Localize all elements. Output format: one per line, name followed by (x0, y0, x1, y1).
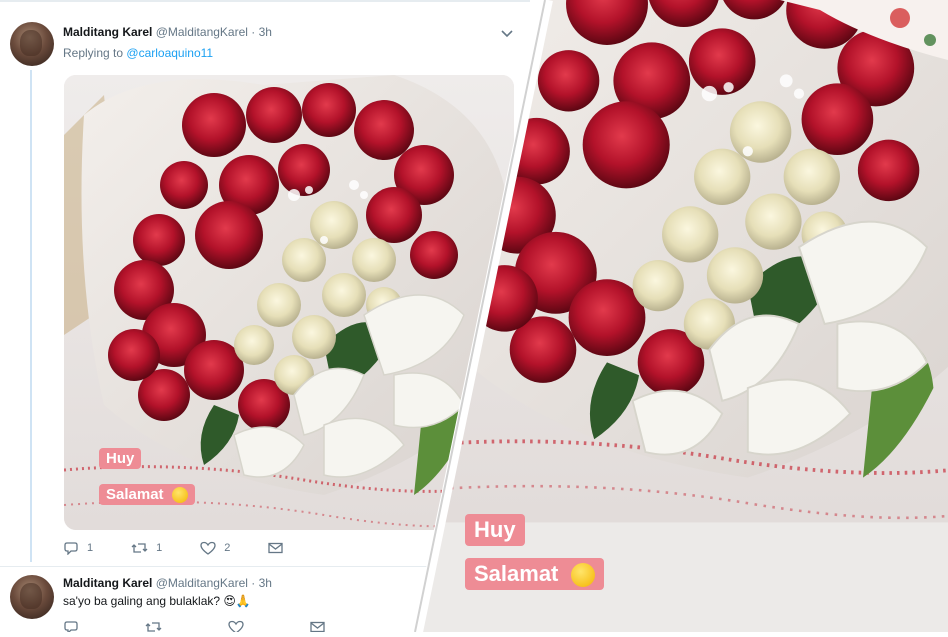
tweet-text: sa'yo ba galing ang bulaklak? 😍🙏 (63, 594, 251, 608)
reply-button[interactable]: 1 (64, 541, 93, 555)
heart-icon (200, 541, 216, 555)
hugging-face-icon (171, 487, 188, 504)
heart-icon (228, 620, 244, 632)
reply-icon (64, 621, 78, 632)
reply-count: 1 (87, 542, 94, 554)
author-name[interactable]: Malditang Karel (63, 25, 152, 39)
tweet-header: Malditang Karel @MalditangKarel · 3h (63, 25, 272, 39)
retweet-icon (145, 622, 162, 632)
chevron-down-icon[interactable] (500, 26, 514, 40)
envelope-icon (310, 621, 325, 632)
avatar[interactable] (10, 22, 54, 66)
like-button[interactable] (228, 620, 252, 632)
replying-handle-link[interactable]: @carloaquino11 (126, 46, 213, 60)
zoomed-sticker-huy: Huy (465, 514, 525, 546)
tweet-emojis: 😍🙏 (223, 594, 251, 608)
tweet-time[interactable]: · 3h (251, 25, 272, 39)
tweet-actions (64, 620, 371, 632)
reply-button[interactable] (64, 620, 87, 632)
author-handle[interactable]: @MalditangKarel (156, 576, 248, 590)
tweet-time[interactable]: · 3h (251, 576, 272, 590)
avatar[interactable] (10, 575, 54, 619)
tweet-header: Malditang Karel @MalditangKarel · 3h (63, 576, 272, 590)
replying-prefix: Replying to (63, 46, 124, 60)
retweet-button[interactable]: 1 (131, 541, 162, 555)
zoomed-sticker-salamat: Salamat (465, 558, 604, 591)
tweet-photo[interactable]: Huy Salamat (64, 75, 514, 530)
retweet-count: 1 (156, 542, 163, 554)
envelope-icon (268, 542, 284, 554)
divider (0, 0, 530, 2)
tweet-actions: 1 1 2 (64, 541, 329, 555)
like-button[interactable]: 2 (200, 541, 230, 555)
like-count: 2 (224, 542, 231, 554)
direct-message-button[interactable] (268, 542, 291, 554)
retweet-button[interactable] (145, 620, 170, 632)
photo-sticker-salamat: Salamat (99, 484, 195, 506)
direct-message-button[interactable] (310, 621, 333, 632)
tweet-body: sa'yo ba galing ang bulaklak? (63, 594, 221, 608)
hugging-face-icon (570, 563, 595, 588)
author-handle[interactable]: @MalditangKarel (156, 25, 248, 39)
replying-to: Replying to @carloaquino11 (63, 46, 213, 60)
sticker-label: Salamat (106, 486, 164, 503)
retweet-icon (131, 543, 148, 553)
thread-connector-line (30, 70, 32, 562)
sticker-label: Salamat (474, 561, 559, 586)
author-name[interactable]: Malditang Karel (63, 576, 152, 590)
reply-icon (64, 542, 78, 555)
photo-sticker-huy: Huy (99, 448, 142, 469)
